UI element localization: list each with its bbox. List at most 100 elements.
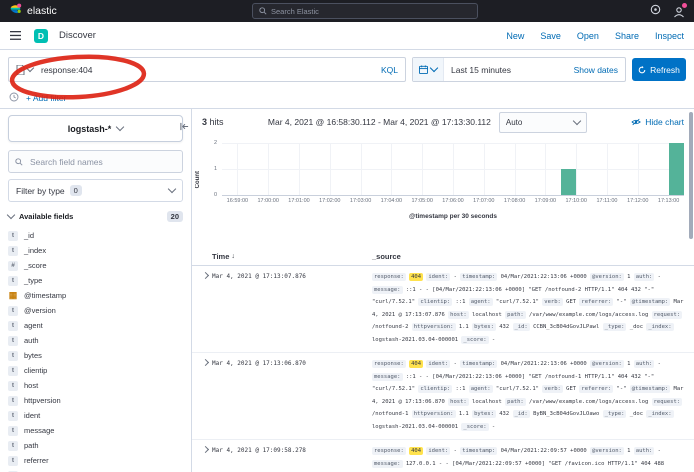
add-filter-button[interactable]: + Add filter — [26, 93, 66, 103]
source-field-name: path: — [505, 398, 526, 406]
source-field-name: referrer: — [579, 385, 613, 393]
field-item-agent[interactable]: tagent — [8, 318, 183, 333]
field-item-_index[interactable]: t_index — [8, 243, 183, 258]
histogram-plot[interactable]: 16:59:0017:00:0017:01:0017:02:0017:03:00… — [222, 143, 684, 196]
interval-select[interactable]: Auto — [499, 112, 587, 133]
field-item-request[interactable]: trequest — [8, 468, 183, 472]
query-text-input[interactable] — [39, 64, 369, 76]
expand-row-icon[interactable] — [198, 271, 212, 346]
field-name: httpversion — [24, 396, 61, 405]
source-field-name: _index: — [646, 410, 673, 418]
saved-query-icon[interactable] — [16, 65, 33, 75]
field-item-_id[interactable]: t_id — [8, 228, 183, 243]
filter-by-type[interactable]: Filter by type 0 — [8, 179, 183, 202]
field-item-clientip[interactable]: tclientip — [8, 363, 183, 378]
source-value: GET — [566, 299, 576, 305]
histogram-bar[interactable] — [561, 169, 576, 195]
x-tick-label: 17:07:00 — [473, 198, 494, 204]
field-item-_score[interactable]: #_score — [8, 258, 183, 273]
app-action-inspect[interactable]: Inspect — [655, 31, 684, 41]
field-name: auth — [24, 336, 39, 345]
elastic-logo-icon[interactable] — [9, 2, 22, 20]
global-search-placeholder: Search Elastic — [271, 7, 319, 16]
global-search-input[interactable]: Search Elastic — [252, 3, 478, 19]
fields-sidebar: logstash-* Filter by type 0 Available fi… — [0, 109, 192, 472]
filter-bar: + Add filter — [0, 88, 694, 109]
query-language-button[interactable]: KQL — [375, 65, 398, 75]
time-column-header[interactable]: Time↓ — [212, 252, 366, 261]
string-field-icon: t — [8, 231, 18, 241]
x-tick-label: 17:01:00 — [288, 198, 309, 204]
source-value: 1 — [627, 274, 630, 280]
chevron-right-icon — [201, 446, 208, 453]
app-action-save[interactable]: Save — [540, 31, 561, 41]
available-fields-label: Available fields — [19, 212, 73, 221]
source-value: _doc — [630, 411, 643, 417]
menu-icon[interactable] — [10, 27, 21, 45]
filter-history-icon[interactable] — [9, 89, 19, 107]
string-field-icon: t — [8, 336, 18, 346]
source-value: CCBN_3cB04dGovJLPawl — [533, 324, 599, 330]
doc-source: response: 404 ident: - timestamp: 04/Mar… — [372, 445, 686, 472]
calendar-button[interactable] — [413, 58, 444, 81]
source-value: - — [658, 361, 661, 367]
app-action-open[interactable]: Open — [577, 31, 599, 41]
vertical-scrollbar[interactable] — [689, 112, 693, 239]
source-value: - — [454, 274, 457, 280]
histogram-bar[interactable] — [669, 143, 684, 195]
field-item-host[interactable]: thost — [8, 378, 183, 393]
x-tick-label: 17:12:00 — [627, 198, 648, 204]
field-item-message[interactable]: tmessage — [8, 423, 183, 438]
sort-desc-icon[interactable]: ↓ — [231, 253, 235, 260]
field-name: referrer — [24, 456, 49, 465]
expand-row-icon[interactable] — [198, 445, 212, 472]
doc-table-body: Mar 4, 2021 @ 17:13:07.876response: 404 … — [192, 266, 694, 472]
table-row: Mar 4, 2021 @ 17:13:07.876response: 404 … — [192, 266, 694, 353]
user-avatar-icon[interactable] — [673, 5, 685, 17]
source-field-name: clientip: — [418, 298, 452, 306]
show-dates-button[interactable]: Show dates — [567, 65, 625, 75]
field-name: path — [24, 441, 39, 450]
expand-row-icon[interactable] — [198, 358, 212, 433]
time-range-value[interactable]: Last 15 minutes — [444, 65, 567, 75]
chevron-down-icon — [26, 64, 34, 72]
field-item-bytes[interactable]: tbytes — [8, 348, 183, 363]
refresh-button[interactable]: Refresh — [632, 58, 686, 81]
hide-chart-button[interactable]: Hide chart — [631, 117, 684, 127]
query-input[interactable]: KQL — [8, 57, 406, 82]
field-item-httpversion[interactable]: thttpversion — [8, 393, 183, 408]
source-field-name: auth: — [634, 360, 655, 368]
help-icon[interactable] — [650, 2, 661, 20]
source-field-name: _id: — [513, 323, 530, 331]
field-item-auth[interactable]: tauth — [8, 333, 183, 348]
search-icon — [259, 2, 267, 20]
field-search[interactable] — [8, 150, 183, 173]
notification-dot — [682, 3, 687, 8]
collapse-sidebar-icon[interactable] — [180, 118, 189, 136]
field-search-input[interactable] — [28, 156, 176, 168]
source-value: 432 — [499, 411, 509, 417]
field-name: @version — [24, 306, 56, 315]
field-item-@version[interactable]: t@version — [8, 303, 183, 318]
field-item-referrer[interactable]: treferrer — [8, 453, 183, 468]
number-field-icon: # — [8, 261, 18, 271]
source-value: "curl/7.52.1" — [496, 386, 539, 392]
source-field-name: clientip: — [418, 385, 452, 393]
chevron-down-icon — [573, 116, 581, 124]
source-value: localhost — [472, 312, 502, 318]
field-item-@timestamp[interactable]: ▦@timestamp — [8, 288, 183, 303]
y-axis-title: Count — [195, 171, 201, 188]
source-value: ::1 — [455, 299, 465, 305]
source-field-name: _type: — [603, 323, 627, 331]
source-value: 04/Mar/2021:22:09:57 +0000 — [501, 448, 587, 454]
source-field-name: _index: — [646, 323, 673, 331]
available-fields-header[interactable]: Available fields 20 — [8, 211, 183, 222]
app-action-new[interactable]: New — [506, 31, 524, 41]
source-field-name: httpversion: — [412, 410, 456, 418]
field-item-ident[interactable]: tident — [8, 408, 183, 423]
app-action-share[interactable]: Share — [615, 31, 639, 41]
index-pattern-select[interactable]: logstash-* — [8, 115, 183, 142]
source-field-name: _score: — [461, 423, 488, 431]
field-item-_type[interactable]: t_type — [8, 273, 183, 288]
field-item-path[interactable]: tpath — [8, 438, 183, 453]
